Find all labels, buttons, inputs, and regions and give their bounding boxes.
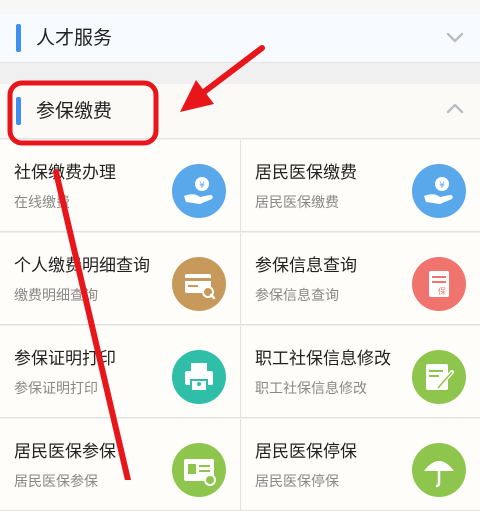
- service-title: 居民医保停保: [255, 442, 357, 462]
- service-item-resident-medical-suspend[interactable]: 居民医保停保 居民医保停保: [240, 419, 480, 511]
- hand-yuan-icon: ¥: [412, 164, 466, 218]
- service-subtitle: 职工社保信息修改: [255, 381, 367, 397]
- service-item-resident-medical-payment[interactable]: 居民医保缴费 居民医保缴费 ¥: [240, 140, 480, 232]
- printer-icon: [172, 350, 226, 404]
- service-subtitle: 居民医保参保: [14, 474, 98, 490]
- service-item-social-insurance-payment[interactable]: 社保缴费办理 在线缴费 ¥: [0, 140, 240, 232]
- umbrella-icon: [412, 443, 466, 497]
- service-item-resident-medical-enroll[interactable]: 居民医保参保 居民医保参保: [0, 419, 240, 511]
- service-title: 社保缴费办理: [14, 163, 116, 183]
- service-item-insurance-info-query[interactable]: 参保信息查询 参保信息查询 保: [240, 233, 480, 325]
- service-subtitle: 居民医保停保: [255, 474, 339, 490]
- service-title: 居民医保参保: [14, 442, 116, 462]
- document-bao-icon: 保: [412, 257, 466, 311]
- chevron-up-icon[interactable]: [444, 98, 466, 120]
- id-card-icon: [172, 443, 226, 497]
- svg-text:¥: ¥: [439, 181, 445, 191]
- service-item-payment-detail-query[interactable]: 个人缴费明细查询 缴费明细查询: [0, 233, 240, 325]
- section-title: 参保缴费: [36, 100, 113, 122]
- service-title: 参保证明打印: [14, 349, 116, 369]
- section-title: 人才服务: [36, 27, 113, 49]
- svg-text:¥: ¥: [199, 181, 205, 191]
- service-subtitle: 参保信息查询: [255, 288, 339, 304]
- service-subtitle: 在线缴费: [14, 195, 70, 211]
- service-subtitle: 缴费明细查询: [14, 288, 98, 304]
- section-accent-bar: [16, 24, 21, 52]
- svg-text:保: 保: [438, 286, 446, 296]
- service-title: 参保信息查询: [255, 256, 357, 276]
- service-title: 居民医保缴费: [255, 163, 357, 183]
- service-title: 职工社保信息修改: [255, 349, 391, 369]
- section-accent-bar: [16, 97, 21, 125]
- service-item-insurance-certificate-print[interactable]: 参保证明打印 参保证明打印: [0, 326, 240, 418]
- service-item-employee-info-modify[interactable]: 职工社保信息修改 职工社保信息修改: [240, 326, 480, 418]
- edit-document-icon: [412, 350, 466, 404]
- card-search-icon: [172, 257, 226, 311]
- section-header-insurance-payment[interactable]: 参保缴费: [0, 84, 480, 139]
- hand-yuan-icon: ¥: [172, 164, 226, 218]
- service-title: 个人缴费明细查询: [14, 256, 150, 276]
- section-header-talent-services[interactable]: 人才服务: [0, 14, 480, 63]
- service-subtitle: 参保证明打印: [14, 381, 98, 397]
- service-subtitle: 居民医保缴费: [255, 195, 339, 211]
- chevron-down-icon[interactable]: [444, 26, 466, 48]
